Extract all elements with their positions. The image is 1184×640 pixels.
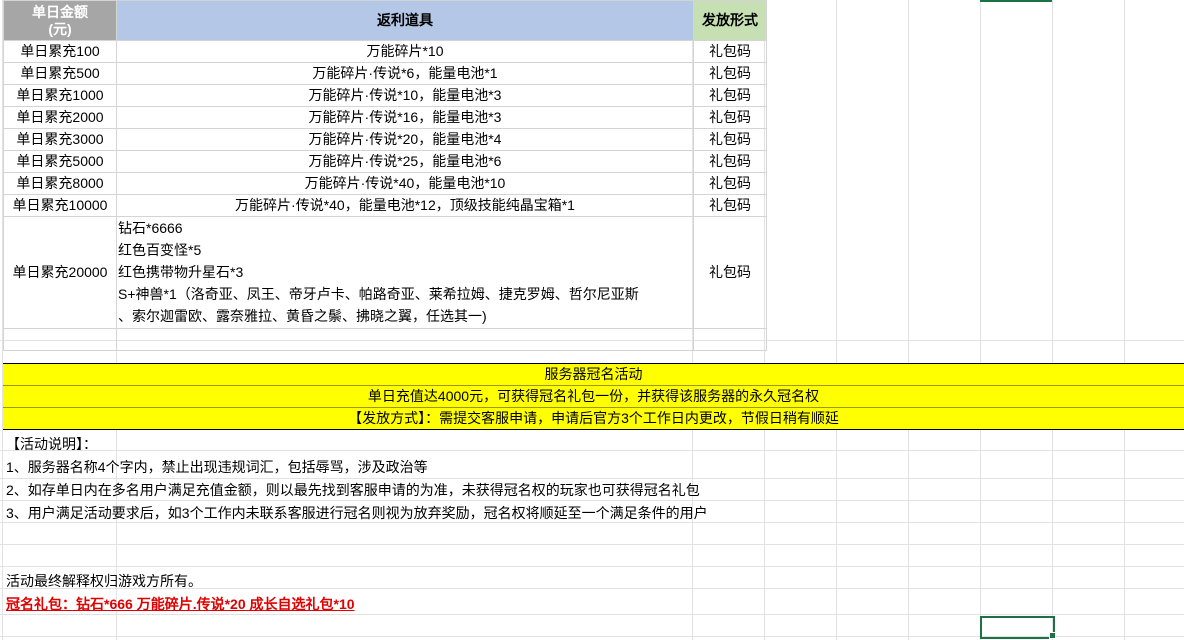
- empty-row: [3, 328, 767, 351]
- cell-amount[interactable]: 单日累充500: [3, 62, 117, 85]
- cell-method[interactable]: 礼包码: [693, 106, 767, 129]
- table-row-large: 单日累充20000 钻石*6666 红色百变怪*5 红色携带物升星石*3 S+神…: [3, 216, 767, 329]
- table-row: 单日累充100 万能碎片*10 礼包码: [3, 40, 767, 63]
- table-row: 单日累充5000 万能碎片·传说*25，能量电池*6 礼包码: [3, 150, 767, 173]
- cell-amount[interactable]: 单日累充5000: [3, 150, 117, 173]
- cell-amount[interactable]: 单日累充2000: [3, 106, 117, 129]
- cell-amount[interactable]: 单日累充10000: [3, 194, 117, 217]
- notes-item[interactable]: 2、如存单日内在多名用户满足充值金额，则以最先找到客服申请的为准，未获得冠名权的…: [6, 479, 700, 501]
- cell-amount[interactable]: 单日累充100: [3, 40, 117, 63]
- fill-handle[interactable]: [1049, 632, 1056, 639]
- cell-amount[interactable]: 单日累充3000: [3, 128, 117, 151]
- cell-items[interactable]: 万能碎片·传说*20，能量电池*4: [116, 128, 694, 151]
- header-amount[interactable]: 单日金额 (元): [3, 0, 117, 41]
- item-line: 红色携带物升星石*3: [118, 264, 244, 280]
- cell-items[interactable]: 万能碎片·传说*10，能量电池*3: [116, 84, 694, 107]
- table-row: 单日累充1000 万能碎片·传说*10，能量电池*3 礼包码: [3, 84, 767, 107]
- item-line: S+神兽*1（洛奇亚、凤王、帝牙卢卡、帕路奇亚、莱希拉姆、捷克罗姆、哲尔尼亚斯: [118, 286, 639, 302]
- cell-method[interactable]: 礼包码: [693, 194, 767, 217]
- cell-items[interactable]: 万能碎片·传说*16，能量电池*3: [116, 106, 694, 129]
- cell-items[interactable]: 万能碎片·传说*6，能量电池*1: [116, 62, 694, 85]
- cell-method[interactable]: 礼包码: [693, 40, 767, 63]
- notes-item[interactable]: 3、用户满足活动要求后，如3个工作内未联系客服进行冠名则视为放弃奖励，冠名权将顺…: [6, 502, 708, 524]
- cell-amount[interactable]: 单日累充1000: [3, 84, 117, 107]
- header-items[interactable]: 返利道具: [116, 0, 694, 41]
- cell-amount[interactable]: 单日累充8000: [3, 172, 117, 195]
- cell-items-multiline[interactable]: 钻石*6666 红色百变怪*5 红色携带物升星石*3 S+神兽*1（洛奇亚、凤王…: [116, 216, 694, 329]
- rebate-table: 单日金额 (元) 返利道具 发放形式 单日累充100 万能碎片*10 礼包码 单…: [3, 0, 767, 351]
- naming-banner-title[interactable]: 服务器冠名活动: [3, 363, 1184, 386]
- cell-items[interactable]: 万能碎片·传说*40，能量电池*10: [116, 172, 694, 195]
- selected-cell[interactable]: [980, 616, 1055, 639]
- cell-method[interactable]: 礼包码: [693, 84, 767, 107]
- cell-method[interactable]: 礼包码: [693, 172, 767, 195]
- cell-items[interactable]: 万能碎片·传说*25，能量电池*6: [116, 150, 694, 173]
- item-line: 钻石*6666: [118, 220, 183, 236]
- item-line: 、索尔迦雷欧、露奈雅拉、黄昏之鬃、拂晓之翼，任选其一): [118, 308, 487, 324]
- naming-banner-method[interactable]: 【发放方式】：需提交客服申请，申请后官方3个工作日内更改，节假日稍有顺延: [3, 408, 1184, 430]
- cell-items[interactable]: 万能碎片*10: [116, 40, 694, 63]
- empty-cell[interactable]: [3, 328, 117, 351]
- table-header-row: 单日金额 (元) 返利道具 发放形式: [3, 0, 767, 41]
- table-row: 单日累充8000 万能碎片·传说*40，能量电池*10 礼包码: [3, 172, 767, 195]
- cell-method[interactable]: 礼包码: [693, 216, 767, 329]
- cell-items[interactable]: 万能碎片·传说*40，能量电池*12，顶级技能纯晶宝箱*1: [116, 194, 694, 217]
- notes-item[interactable]: 1、服务器名称4个字内，禁止出现违规词汇，包括辱骂，涉及政治等: [6, 456, 428, 478]
- cell-method[interactable]: 礼包码: [693, 128, 767, 151]
- naming-banner-condition[interactable]: 单日充值达4000元，可获得冠名礼包一份，并获得该服务器的永久冠名权: [3, 386, 1184, 408]
- header-method[interactable]: 发放形式: [693, 0, 767, 41]
- table-row: 单日累充2000 万能碎片·传说*16，能量电池*3 礼包码: [3, 106, 767, 129]
- column-selection-marker: [980, 0, 1052, 2]
- gift-pack-line[interactable]: 冠名礼包：钻石*666 万能碎片.传说*20 成长自选礼包*10: [6, 593, 355, 615]
- table-row: 单日累充10000 万能碎片·传说*40，能量电池*12，顶级技能纯晶宝箱*1 …: [3, 194, 767, 217]
- item-line: 红色百变怪*5: [118, 242, 202, 258]
- notes-heading[interactable]: 【活动说明】：: [6, 433, 97, 455]
- empty-cell[interactable]: [693, 328, 767, 351]
- cell-method[interactable]: 礼包码: [693, 150, 767, 173]
- cell-method[interactable]: 礼包码: [693, 62, 767, 85]
- table-row: 单日累充500 万能碎片·传说*6，能量电池*1 礼包码: [3, 62, 767, 85]
- cell-amount[interactable]: 单日累充20000: [3, 216, 117, 329]
- empty-cell[interactable]: [116, 328, 694, 351]
- notes-footer[interactable]: 活动最终解释权归游戏方所有。: [6, 570, 202, 592]
- table-row: 单日累充3000 万能碎片·传说*20，能量电池*4 礼包码: [3, 128, 767, 151]
